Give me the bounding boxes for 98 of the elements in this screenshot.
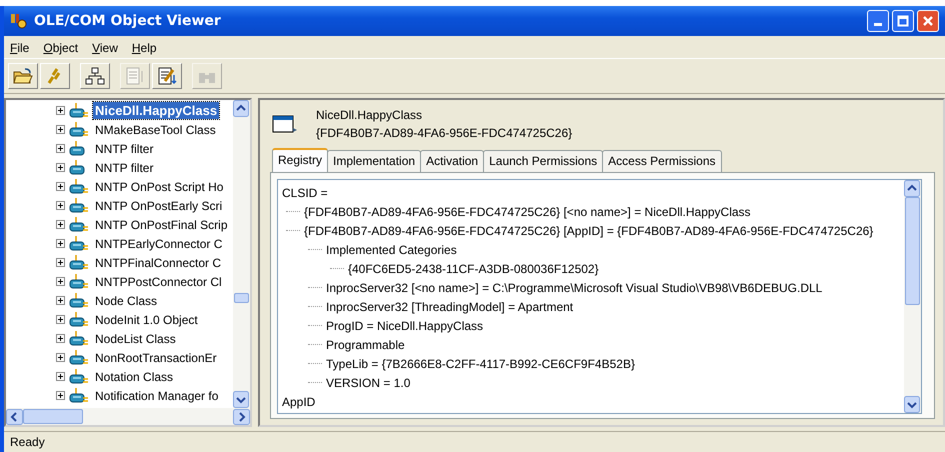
tree-item[interactable]: Node Class bbox=[93, 292, 160, 308]
component-32-icon bbox=[68, 122, 90, 138]
expand-icon[interactable] bbox=[56, 182, 65, 191]
component-32-icon bbox=[68, 236, 90, 252]
close-button[interactable] bbox=[917, 10, 939, 32]
menu-item[interactable]: View bbox=[92, 41, 118, 55]
open-folder-icon bbox=[13, 67, 33, 85]
component-32-icon bbox=[68, 254, 90, 270]
component-32-icon bbox=[68, 102, 90, 118]
tree-item[interactable]: NMakeBaseTool Class bbox=[93, 122, 218, 138]
component-32-icon bbox=[68, 368, 90, 384]
scroll-up-icon[interactable] bbox=[233, 100, 249, 117]
tree-item[interactable]: NiceDll.HappyClass bbox=[93, 102, 220, 119]
scroll-right-icon[interactable] bbox=[233, 408, 250, 424]
tree-item[interactable]: NodeList Class bbox=[93, 330, 178, 346]
scroll-down-icon[interactable] bbox=[233, 391, 249, 408]
registry-entry[interactable]: Programmable bbox=[326, 338, 405, 352]
hierarchy-icon bbox=[85, 67, 105, 85]
tab[interactable]: Implementation bbox=[327, 150, 422, 172]
component-32-icon bbox=[68, 198, 90, 214]
registry-entry[interactable]: VERSION = 1.0 bbox=[326, 376, 410, 390]
toolbar-button[interactable] bbox=[8, 63, 38, 89]
registry-entry[interactable]: AppID bbox=[282, 394, 316, 408]
close-icon bbox=[922, 15, 934, 27]
component-32-icon bbox=[68, 388, 90, 404]
component-32-icon bbox=[68, 274, 90, 290]
window-title: OLE/COM Object Viewer bbox=[34, 13, 222, 29]
component-32-icon bbox=[68, 350, 90, 366]
horizontal-scrollbar[interactable] bbox=[6, 408, 250, 425]
component-32-icon bbox=[68, 216, 90, 232]
scrollbar[interactable] bbox=[233, 100, 250, 408]
scroll-up-icon[interactable] bbox=[904, 180, 920, 197]
status-text: Ready bbox=[10, 435, 45, 449]
expand-icon[interactable] bbox=[56, 315, 65, 324]
registry-entry[interactable]: {FDF4B0B7-AD89-4FA6-956E-FDC474725C26} [<no name>] = NiceDll.HappyClass bbox=[304, 204, 751, 218]
scroll-left-icon[interactable] bbox=[6, 408, 23, 424]
expand-icon[interactable] bbox=[56, 106, 65, 115]
maximize-icon bbox=[897, 15, 909, 27]
registry-entry[interactable]: {FDF4B0B7-AD89-4FA6-956E-FDC474725C26} [AppID] = {FDF4B0B7-AD89-4FA6-956E-FDC474725C26} bbox=[304, 224, 874, 238]
tab[interactable]: Activation bbox=[420, 150, 484, 172]
maximize-button[interactable] bbox=[892, 10, 914, 32]
menu-item[interactable]: File bbox=[10, 41, 30, 55]
tree-item[interactable]: NNTP filter bbox=[93, 160, 156, 176]
component-32-icon bbox=[68, 312, 90, 328]
window-icon bbox=[272, 113, 298, 135]
registry-entry[interactable]: CLSID = bbox=[282, 186, 328, 200]
registry-entry[interactable]: Implemented Categories bbox=[326, 242, 457, 256]
tree-item[interactable]: NodeInit 1.0 Object bbox=[93, 312, 200, 328]
class-name: NiceDll.HappyClass bbox=[316, 108, 424, 122]
registry-entry[interactable]: InprocServer32 [ThreadingModel] = Apartment bbox=[326, 300, 574, 314]
expand-icon[interactable] bbox=[56, 353, 65, 362]
scrollbar[interactable] bbox=[904, 180, 921, 413]
component-32-icon bbox=[68, 292, 90, 308]
clsid-text: {FDF4B0B7-AD89-4FA6-956E-FDC474725C26} bbox=[316, 126, 572, 140]
registry-entry[interactable]: TypeLib = {7B2666E8-C2FF-4117-B992-CE6CF9F4B52B} bbox=[326, 356, 635, 370]
tab[interactable]: Access Permissions bbox=[602, 150, 722, 172]
minimize-button[interactable] bbox=[867, 10, 889, 32]
expand-icon[interactable] bbox=[56, 163, 65, 172]
expand-icon[interactable] bbox=[56, 258, 65, 267]
expand-icon[interactable] bbox=[56, 220, 65, 229]
scroll-thumb[interactable] bbox=[23, 409, 83, 424]
expand-icon[interactable] bbox=[56, 201, 65, 210]
expand-icon[interactable] bbox=[56, 125, 65, 134]
tab[interactable]: Launch Permissions bbox=[483, 150, 604, 172]
scroll-thumb[interactable] bbox=[905, 197, 920, 305]
tree-item[interactable]: Notation Class bbox=[93, 368, 176, 384]
tree-item[interactable]: NNTPPostConnector Cl bbox=[93, 274, 224, 290]
menu-item[interactable]: Help bbox=[132, 41, 157, 55]
tab[interactable]: Registry bbox=[272, 148, 328, 172]
minimize-icon bbox=[874, 23, 882, 26]
registry-entry[interactable]: {40FC6ED5-2438-11CF-A3DB-080036F12502} bbox=[348, 262, 599, 276]
component-32-icon bbox=[68, 330, 90, 346]
tree-item[interactable]: NNTPEarlyConnector C bbox=[93, 236, 224, 252]
expand-icon[interactable] bbox=[56, 334, 65, 343]
expand-icon[interactable] bbox=[56, 391, 65, 400]
tree-item[interactable]: NNTP OnPostFinal Scrip bbox=[93, 216, 230, 232]
registry-entry[interactable]: ProgID = NiceDll.HappyClass bbox=[326, 318, 484, 332]
tree-item[interactable]: NonRootTransactionEr bbox=[93, 350, 219, 366]
tree-item[interactable]: NNTP OnPost Script Ho bbox=[93, 178, 226, 194]
document-edit-icon bbox=[157, 67, 177, 85]
toolbar-button[interactable] bbox=[152, 63, 182, 89]
component-32-icon bbox=[68, 178, 90, 194]
expand-icon[interactable] bbox=[56, 296, 65, 305]
document-icon bbox=[125, 67, 145, 85]
menu-item[interactable]: Object bbox=[43, 41, 78, 55]
scroll-down-icon[interactable] bbox=[904, 396, 920, 413]
tree-item[interactable]: NNTP filter bbox=[93, 140, 156, 156]
tree-item[interactable]: NNTP OnPostEarly Scri bbox=[93, 198, 224, 214]
tree-item[interactable]: Notification Manager fo bbox=[93, 388, 220, 404]
expand-icon[interactable] bbox=[56, 239, 65, 248]
app-icon bbox=[10, 12, 28, 30]
expand-icon[interactable] bbox=[56, 372, 65, 381]
registry-entry[interactable]: InprocServer32 [<no name>] = C:\Programme\Microsoft Visual Studio\VB98\VB6DEBUG.DLL bbox=[326, 280, 822, 294]
expand-icon[interactable] bbox=[56, 144, 65, 153]
expand-icon[interactable] bbox=[56, 277, 65, 286]
scroll-thumb[interactable] bbox=[234, 293, 249, 303]
toolbar-button[interactable] bbox=[80, 63, 110, 89]
tree-item[interactable]: NNTPFinalConnector C bbox=[93, 254, 224, 270]
